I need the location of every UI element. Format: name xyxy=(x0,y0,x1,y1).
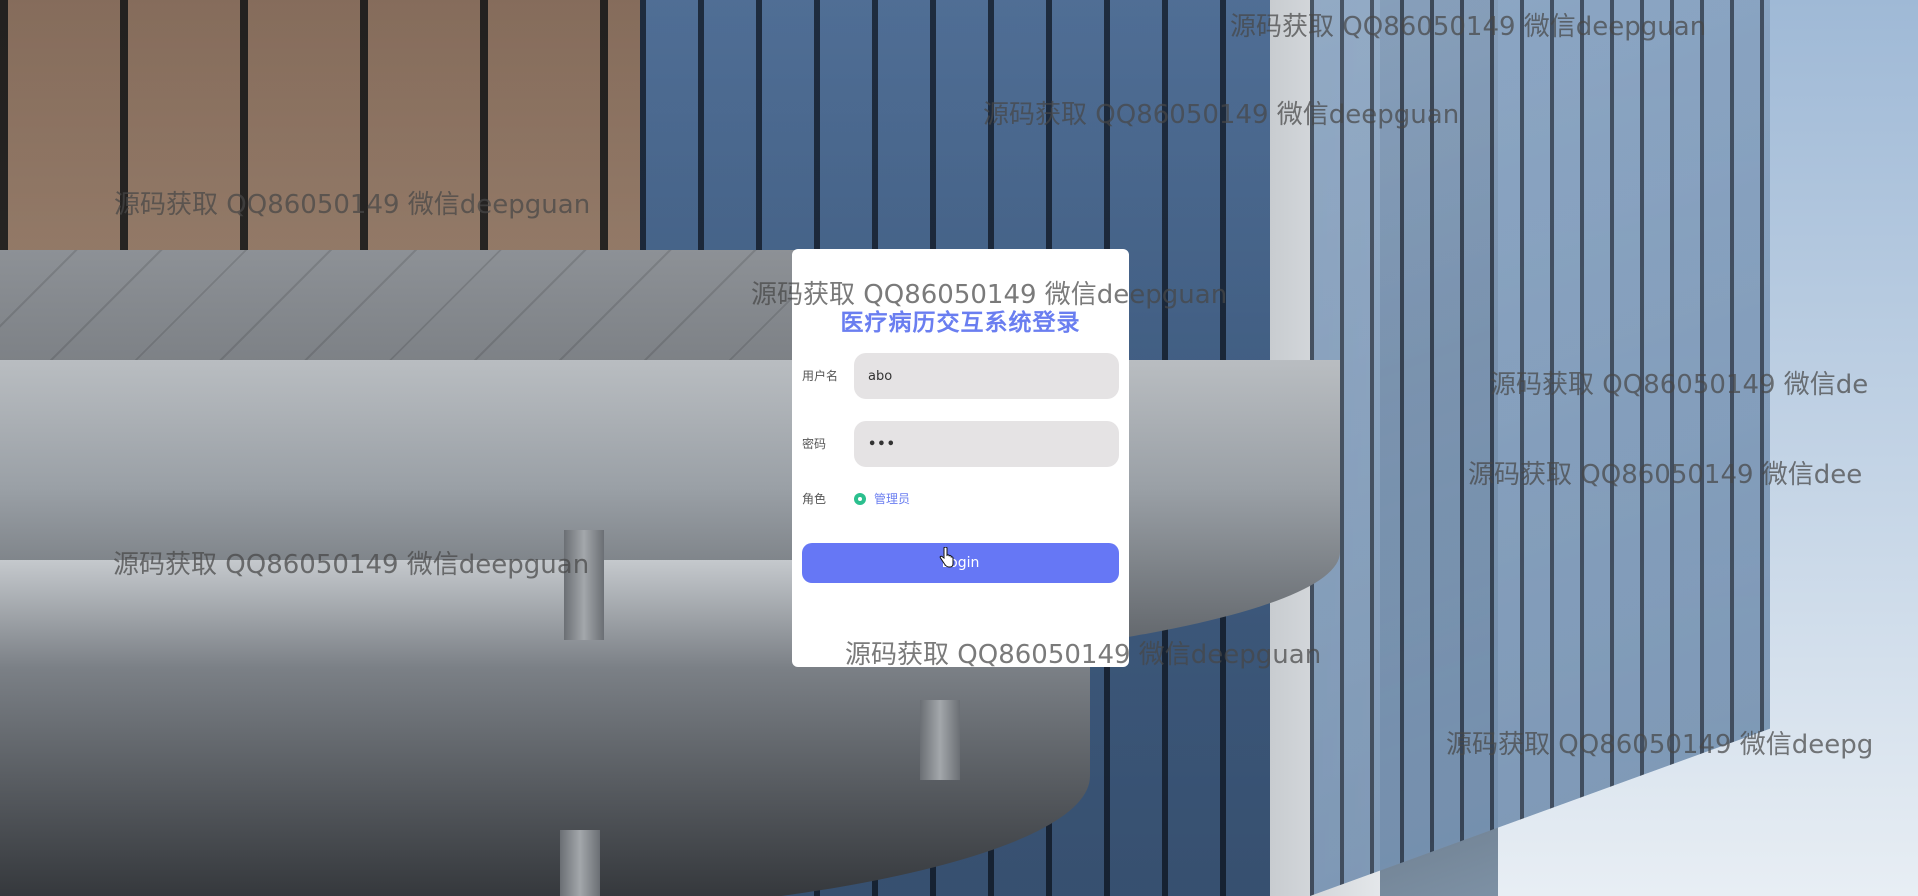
role-option-admin[interactable]: 管理员 xyxy=(874,489,910,509)
login-title: 医疗病历交互系统登录 xyxy=(840,310,1081,336)
background-column xyxy=(920,700,960,780)
login-button[interactable]: Login xyxy=(802,543,1119,583)
background-column xyxy=(564,530,604,640)
username-row: 用户名 xyxy=(802,353,1119,399)
role-radio-admin[interactable] xyxy=(854,493,866,505)
login-card: 医疗病历交互系统登录 用户名 密码 角色 管理员 Login xyxy=(792,249,1129,667)
background-upper-facade xyxy=(0,0,660,260)
role-row: 角色 管理员 xyxy=(802,489,1119,509)
background-column xyxy=(560,830,600,896)
password-input[interactable] xyxy=(854,421,1119,467)
password-label: 密码 xyxy=(802,437,827,451)
username-input[interactable] xyxy=(854,353,1119,399)
username-label: 用户名 xyxy=(802,369,839,383)
role-label: 角色 xyxy=(802,492,827,506)
login-page: 医疗病历交互系统登录 用户名 密码 角色 管理员 Login 源码获取 QQ86… xyxy=(0,0,1918,896)
hand-cursor-icon xyxy=(939,547,954,568)
password-row: 密码 xyxy=(802,421,1119,467)
